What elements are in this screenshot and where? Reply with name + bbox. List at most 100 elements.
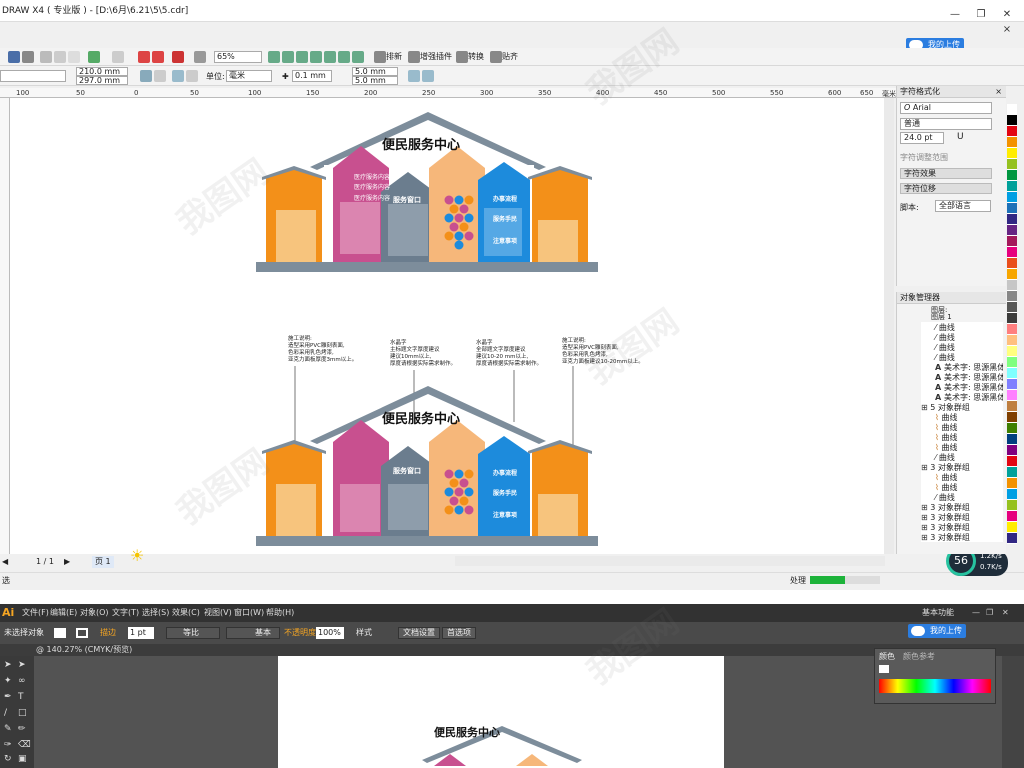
type-tool-icon[interactable]: T <box>18 692 24 702</box>
color-swatch[interactable] <box>1007 181 1017 192</box>
color-swatch[interactable] <box>1007 247 1017 258</box>
color-swatch[interactable] <box>1007 269 1017 280</box>
color-swatch[interactable] <box>1007 203 1017 214</box>
color-swatch[interactable] <box>1007 302 1017 313</box>
duplicate-y-field[interactable]: 5.0 mm <box>352 76 398 85</box>
color-swatch[interactable] <box>1007 434 1017 445</box>
stroke-swatch[interactable] <box>76 628 88 638</box>
color-swatch[interactable] <box>1007 423 1017 434</box>
rectangle-tool-icon[interactable]: □ <box>18 708 27 718</box>
char-shift-section[interactable]: 字符位移 <box>900 183 992 194</box>
zoom-out-icon[interactable] <box>282 51 294 63</box>
magic-wand-icon[interactable]: ✦ <box>4 676 12 686</box>
workspace-switcher[interactable]: 基本功能 <box>922 604 954 622</box>
opacity-label[interactable]: 不透明度 <box>284 622 316 644</box>
color-swatch[interactable] <box>1007 335 1017 346</box>
color-swatch[interactable] <box>1007 280 1017 291</box>
menu-select[interactable]: 选择(S) <box>142 604 169 622</box>
options-icon[interactable] <box>194 51 206 63</box>
lasso-icon[interactable]: ∞ <box>18 676 26 686</box>
fill-color-swatch[interactable] <box>879 665 889 673</box>
color-swatch[interactable] <box>1007 258 1017 269</box>
ai-minimize-icon[interactable]: — <box>972 604 980 622</box>
color-swatch[interactable] <box>1007 379 1017 390</box>
zoom-height-icon[interactable] <box>352 51 364 63</box>
stroke-weight-field[interactable]: 1 pt <box>128 627 154 639</box>
color-swatch[interactable] <box>1007 126 1017 137</box>
color-swatch[interactable] <box>1007 159 1017 170</box>
color-swatch[interactable] <box>1007 214 1017 225</box>
color-swatch[interactable] <box>1007 170 1017 181</box>
vertical-scrollbar[interactable] <box>884 98 894 554</box>
zoom-in-icon[interactable] <box>268 51 280 63</box>
color-swatch[interactable] <box>1007 225 1017 236</box>
menu-type[interactable]: 文字(T) <box>112 604 139 622</box>
ai-close-icon[interactable]: ✕ <box>1002 604 1009 622</box>
undo-icon[interactable] <box>88 51 100 63</box>
char-effects-section[interactable]: 字符效果 <box>900 168 992 179</box>
zoom-page-icon[interactable] <box>324 51 336 63</box>
menu-window[interactable]: 窗口(W) <box>234 604 264 622</box>
script-select[interactable]: 全部语言 <box>935 200 991 212</box>
direct-selection-tool-icon[interactable]: ➤ <box>18 660 26 670</box>
object-tree[interactable]: ⁄ 曲线⁄ 曲线⁄ 曲线⁄ 曲线A 美术字: 思源黑体 CA 美术字: 思源黑体… <box>921 322 1003 542</box>
font-style-select[interactable]: 普通 <box>900 118 992 130</box>
plugin-button[interactable]: 增强插件 <box>420 51 452 63</box>
panel-close-icon[interactable]: × <box>995 86 1002 98</box>
pen-tool-icon[interactable]: ✒ <box>4 692 12 702</box>
portrait-icon[interactable] <box>140 70 152 82</box>
blob-brush-icon[interactable]: ✑ <box>4 740 12 750</box>
duplicate-x-field[interactable]: 5.0 mm <box>352 67 398 76</box>
color-swatch[interactable] <box>1007 478 1017 489</box>
cut-icon[interactable] <box>40 51 52 63</box>
convert-button[interactable]: 转换 <box>468 51 484 63</box>
color-swatch[interactable] <box>1007 346 1017 357</box>
menu-effect[interactable]: 效果(C) <box>172 604 200 622</box>
landscape-icon[interactable] <box>154 70 166 82</box>
color-swatch[interactable] <box>1007 192 1017 203</box>
units-icon[interactable] <box>408 70 420 82</box>
selection-tool-icon[interactable]: ➤ <box>4 660 12 670</box>
import-icon[interactable] <box>138 51 150 63</box>
document-setup-button[interactable]: 文档设置 <box>398 627 440 639</box>
color-swatch[interactable] <box>1007 236 1017 247</box>
preferences-button[interactable]: 首选项 <box>442 627 476 639</box>
redo-icon[interactable] <box>112 51 124 63</box>
color-palette[interactable] <box>1007 104 1017 544</box>
typeset-button[interactable]: 排新 <box>386 51 402 63</box>
menu-help[interactable]: 帮助(H) <box>266 604 294 622</box>
close-icon[interactable]: ✕ <box>998 4 1016 26</box>
page-width-field[interactable]: 210.0 mm <box>76 67 128 76</box>
color-swatch[interactable] <box>1007 148 1017 159</box>
stroke-label[interactable]: 描边 <box>100 622 116 644</box>
color-swatch[interactable] <box>1007 401 1017 412</box>
menu-file[interactable]: 文件(F) <box>22 604 49 622</box>
treat-as-filled-icon[interactable] <box>422 70 434 82</box>
color-tab[interactable]: 颜色 <box>879 651 895 662</box>
color-swatch[interactable] <box>1007 115 1017 126</box>
zoom-all-icon[interactable] <box>310 51 322 63</box>
page-tab[interactable]: 页 1 <box>92 556 114 568</box>
color-swatch[interactable] <box>1007 500 1017 511</box>
variable-width-select[interactable]: 等比 <box>166 627 220 639</box>
object-tree-row[interactable]: ⊞ 3 对象群组 <box>921 532 970 542</box>
pencil-tool-icon[interactable]: ✏ <box>18 724 26 734</box>
menu-object[interactable]: 对象(O) <box>80 604 109 622</box>
color-swatch[interactable] <box>1007 489 1017 500</box>
color-spectrum[interactable] <box>879 679 991 693</box>
ai-artboard[interactable]: 便民服务中心 <box>278 656 724 768</box>
eraser-tool-icon[interactable]: ⌫ <box>18 740 31 750</box>
fill-swatch[interactable] <box>54 628 66 638</box>
underline-icon[interactable]: U <box>957 132 964 142</box>
snap-button[interactable]: 贴齐 <box>502 51 518 63</box>
zoom-select[interactable]: 65% <box>214 51 262 63</box>
ai-restore-icon[interactable]: ❐ <box>986 604 993 622</box>
document-tab[interactable]: @ 140.27% (CMYK/预览) <box>36 644 132 656</box>
color-swatch[interactable] <box>1007 104 1017 115</box>
scale-tool-icon[interactable]: ▣ <box>18 754 27 764</box>
zoom-width-icon[interactable] <box>338 51 350 63</box>
color-swatch[interactable] <box>1007 467 1017 478</box>
color-swatch[interactable] <box>1007 390 1017 401</box>
color-guide-tab[interactable]: 颜色参考 <box>903 651 935 662</box>
color-swatch[interactable] <box>1007 511 1017 522</box>
